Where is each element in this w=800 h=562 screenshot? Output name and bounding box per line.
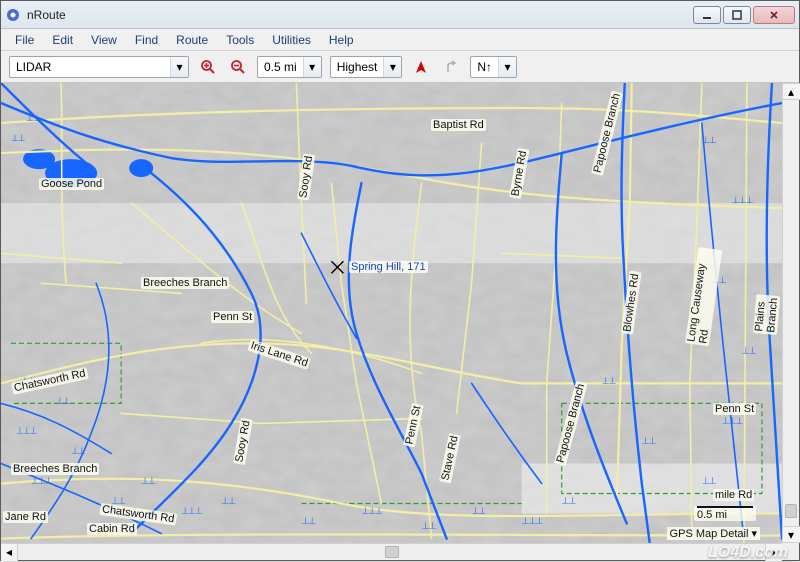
window-controls [693, 6, 795, 24]
chevron-down-icon: ▾ [498, 57, 516, 77]
svg-text:⊥⊥: ⊥⊥ [642, 435, 657, 446]
content-area: ⊥⊥⊥⊥⊥⊥⊥⊥ ⊥⊥⊥⊥⊥⊥⊥ ⊥⊥⊥⊥⊥⊥⊥ ⊥⊥⊥⊥⊥⊥⊥ ⊥⊥⊥⊥⊥⊥⊥… [1, 83, 799, 543]
horizontal-scroll-thumb[interactable] [385, 546, 399, 558]
scroll-up-button[interactable]: ▴ [783, 83, 800, 100]
map-label-penn-st: Penn St [211, 311, 254, 323]
map-label-penn-st-3: Penn St [713, 403, 756, 415]
menu-help[interactable]: Help [321, 31, 362, 49]
svg-text:⊥⊥: ⊥⊥ [562, 496, 577, 507]
detail-level-value: Highest [331, 60, 384, 74]
heading-indicator[interactable] [410, 56, 432, 78]
title-bar[interactable]: nRoute [1, 1, 799, 29]
menu-tools[interactable]: Tools [218, 31, 262, 49]
svg-text:⊥⊥: ⊥⊥ [422, 521, 437, 532]
menu-bar: File Edit View Find Route Tools Utilitie… [1, 29, 799, 51]
svg-text:⊥⊥: ⊥⊥ [11, 133, 26, 144]
svg-text:⊥⊥: ⊥⊥ [221, 496, 236, 507]
menu-utilities[interactable]: Utilities [264, 31, 319, 49]
menu-edit[interactable]: Edit [44, 31, 81, 49]
status-gps-detail-text: GPS Map Detail [670, 528, 749, 540]
map-label-plains-branch: Plains Branch [753, 294, 780, 335]
svg-text:⊥⊥⊥: ⊥⊥⊥ [732, 195, 754, 206]
window-title: nRoute [27, 8, 687, 22]
menu-view[interactable]: View [83, 31, 125, 49]
maximize-button[interactable] [723, 6, 751, 24]
detail-level-select[interactable]: Highest ▾ [330, 56, 403, 78]
chevron-down-icon: ▾ [383, 57, 401, 77]
bottom-scroll-row: ◂ ▸ [1, 543, 799, 560]
svg-text:⊥⊥⊥: ⊥⊥⊥ [722, 415, 744, 426]
app-icon [5, 7, 21, 23]
zoom-level-select[interactable]: 0.5 mi ▾ [257, 56, 322, 78]
scale-bar-text: 0.5 mi [697, 509, 727, 521]
svg-text:⊥⊥: ⊥⊥ [71, 445, 86, 456]
svg-text:⊥⊥⊥: ⊥⊥⊥ [31, 476, 53, 487]
map-label-baptist-rd: Baptist Rd [431, 119, 486, 131]
vertical-scroll-track[interactable] [783, 100, 799, 526]
chevron-down-icon: ▾ [303, 57, 321, 77]
zoom-level-value: 0.5 mi [258, 60, 303, 74]
svg-text:⊥⊥⊥: ⊥⊥⊥ [361, 506, 383, 517]
scroll-corner [782, 543, 799, 560]
map-source-select[interactable]: LIDAR ▾ [9, 56, 189, 78]
svg-text:⊥⊥: ⊥⊥ [472, 506, 487, 517]
zoom-in-button[interactable] [197, 56, 219, 78]
svg-text:⊥⊥: ⊥⊥ [602, 375, 617, 386]
status-gps-detail: GPS Map Detail ▾ [667, 527, 760, 540]
heading-icon [414, 60, 428, 74]
minimize-button[interactable] [693, 6, 721, 24]
zoom-out-button[interactable] [227, 56, 249, 78]
map-label-cabin-rd: Cabin Rd [87, 523, 137, 535]
svg-text:⊥⊥: ⊥⊥ [702, 135, 717, 146]
svg-text:⊥⊥⊥: ⊥⊥⊥ [181, 506, 203, 517]
svg-text:⊥⊥: ⊥⊥ [26, 113, 41, 124]
close-button[interactable] [753, 6, 795, 24]
svg-text:⊥⊥⊥: ⊥⊥⊥ [16, 425, 38, 436]
svg-text:⊥⊥: ⊥⊥ [56, 395, 71, 406]
svg-text:⊥⊥⊥: ⊥⊥⊥ [522, 516, 544, 527]
scroll-right-button[interactable]: ▸ [765, 544, 782, 561]
zoom-in-icon [200, 59, 216, 75]
scroll-left-button[interactable]: ◂ [1, 544, 18, 561]
chevron-down-icon: ▾ [170, 57, 188, 77]
map-canvas: ⊥⊥⊥⊥⊥⊥⊥⊥ ⊥⊥⊥⊥⊥⊥⊥ ⊥⊥⊥⊥⊥⊥⊥ ⊥⊥⊥⊥⊥⊥⊥ ⊥⊥⊥⊥⊥⊥⊥… [1, 83, 782, 543]
turn-icon [444, 60, 458, 74]
north-value: N↑ [471, 60, 498, 74]
map-label-goose-pond: Goose Pond [39, 178, 104, 190]
map-label-breeches-branch: Breeches Branch [141, 277, 229, 289]
svg-text:⊥⊥: ⊥⊥ [742, 345, 757, 356]
map-source-value: LIDAR [10, 60, 170, 74]
menu-find[interactable]: Find [127, 31, 166, 49]
map-label-mile-rd: mile Rd [713, 489, 754, 501]
menu-file[interactable]: File [7, 31, 42, 49]
menu-route[interactable]: Route [168, 31, 216, 49]
svg-text:⊥⊥: ⊥⊥ [301, 516, 316, 527]
zoom-out-icon [230, 59, 246, 75]
vertical-scrollbar[interactable]: ▴ ▾ [782, 83, 799, 543]
toolbar: LIDAR ▾ 0.5 mi ▾ Highest ▾ [1, 51, 799, 83]
turn-button [440, 56, 462, 78]
horizontal-scroll-track[interactable] [18, 544, 765, 560]
app-window: nRoute File Edit View Find Route Tools U… [0, 0, 800, 561]
map-viewport[interactable]: ⊥⊥⊥⊥⊥⊥⊥⊥ ⊥⊥⊥⊥⊥⊥⊥ ⊥⊥⊥⊥⊥⊥⊥ ⊥⊥⊥⊥⊥⊥⊥ ⊥⊥⊥⊥⊥⊥⊥… [1, 83, 782, 543]
svg-text:⊥⊥: ⊥⊥ [141, 476, 156, 487]
svg-text:⊥⊥: ⊥⊥ [702, 476, 717, 487]
vertical-scroll-thumb[interactable] [785, 504, 797, 518]
map-label-jane-rd: Jane Rd [3, 511, 48, 523]
north-select[interactable]: N↑ ▾ [470, 56, 517, 78]
scroll-down-button[interactable]: ▾ [783, 526, 800, 543]
map-label-spring-hill: Spring Hill, 171 [349, 261, 428, 273]
horizontal-scrollbar[interactable]: ◂ ▸ [1, 543, 782, 560]
scale-bar: 0.5 mi [694, 506, 756, 521]
map-label-breeches-branch-2: Breeches Branch [11, 463, 99, 475]
